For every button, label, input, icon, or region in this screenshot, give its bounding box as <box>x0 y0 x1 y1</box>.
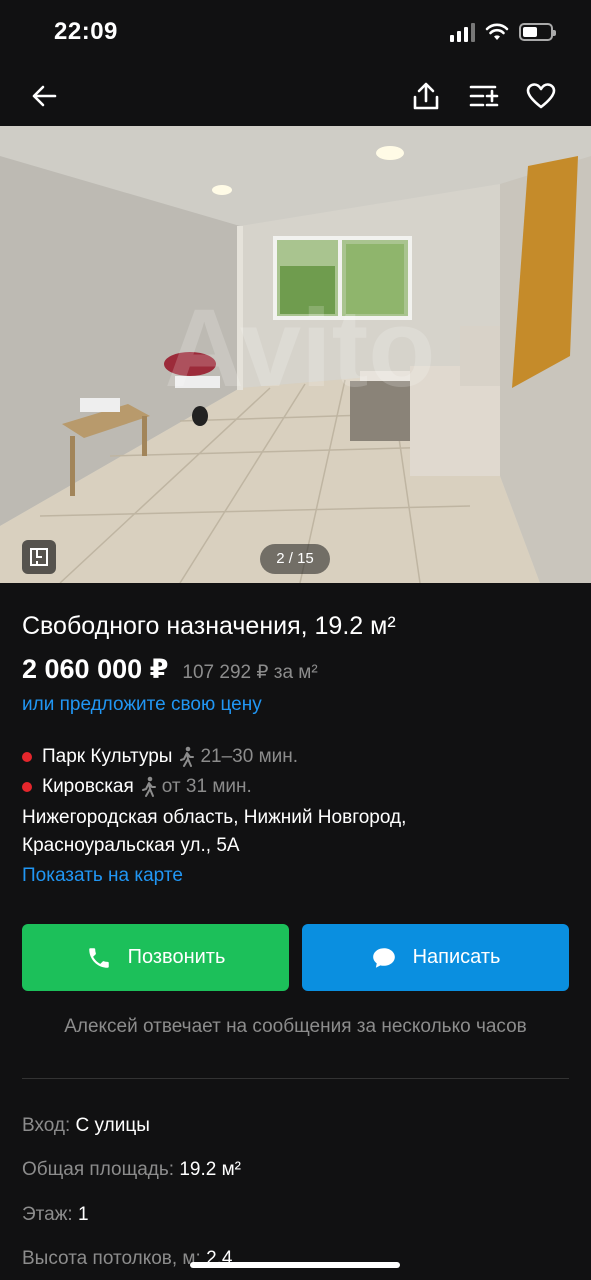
floor-plan-button[interactable] <box>22 540 56 574</box>
metro-station: Парк Культуры 21–30 мин. <box>22 746 298 768</box>
status-time: 22:09 <box>54 18 118 45</box>
status-icons <box>450 22 556 42</box>
home-indicator[interactable] <box>190 1262 400 1268</box>
metro-walk-time: 21–30 мин. <box>200 746 299 767</box>
price-row: 2 060 000 ₽ 107 292 ₽ за м² <box>22 654 318 685</box>
walking-icon <box>140 776 158 798</box>
call-button-label: Позвонить <box>127 946 226 968</box>
metro-station-name: Парк Культуры <box>42 746 173 767</box>
phone-icon <box>88 947 109 968</box>
listing-photo[interactable]: Avito 2 / 15 <box>0 126 591 583</box>
param-value: С улицы <box>75 1115 150 1136</box>
back-button[interactable] <box>24 76 64 116</box>
message-button[interactable]: Написать <box>302 924 569 991</box>
cellular-signal-icon <box>450 22 475 42</box>
room-photo: Avito <box>0 126 591 583</box>
metro-line-dot <box>22 752 32 762</box>
divider <box>22 1078 569 1079</box>
metro-station: Кировская от 31 мин. <box>22 776 252 798</box>
nav-bar <box>0 66 591 126</box>
seller-reply-note: Алексей отвечает на сообщения за несколь… <box>64 1016 527 1037</box>
param-key: Вход: <box>22 1115 71 1136</box>
address-line-2: Красноуральская ул., 5А <box>22 835 240 856</box>
photo-counter: 2 / 15 <box>260 544 330 574</box>
compare-button[interactable] <box>464 76 504 116</box>
param-row: Общая площадь: 19.2 м² <box>22 1159 241 1181</box>
offer-price-link[interactable]: или предложите свою цену <box>22 694 262 716</box>
param-row: Этаж: 1 <box>22 1204 89 1226</box>
listing-title: Свободного назначения, 19.2 м² <box>22 612 396 640</box>
favorite-button[interactable] <box>521 76 561 116</box>
avito-watermark: Avito <box>165 287 436 410</box>
address: Нижегородская область, Нижний Новгород, … <box>22 804 582 860</box>
floor-plan-icon <box>30 548 48 566</box>
message-button-label: Написать <box>412 946 501 968</box>
compare-list-icon <box>469 85 499 107</box>
address-line-1: Нижегородская область, Нижний Новгород, <box>22 807 407 828</box>
metro-walk-time: от 31 мин. <box>161 776 252 797</box>
battery-level <box>523 27 538 37</box>
param-key: Общая площадь: <box>22 1159 175 1180</box>
chat-bubble-icon <box>372 947 395 968</box>
battery-icon <box>519 23 556 41</box>
share-icon <box>413 82 439 110</box>
walking-icon <box>178 746 196 768</box>
share-button[interactable] <box>406 76 446 116</box>
param-key: Высота потолков, м: <box>22 1248 201 1269</box>
price-per-m2: 107 292 ₽ за м² <box>182 662 318 683</box>
show-on-map-link[interactable]: Показать на карте <box>22 865 183 887</box>
status-bar: 22:09 <box>0 0 591 66</box>
price: 2 060 000 ₽ <box>22 654 169 684</box>
param-value: 19.2 м² <box>179 1159 241 1180</box>
metro-station-name: Кировская <box>42 776 134 797</box>
param-row: Вход: С улицы <box>22 1115 150 1137</box>
call-button[interactable]: Позвонить <box>22 924 289 991</box>
wifi-icon <box>485 23 509 40</box>
arrow-left-icon <box>32 85 57 107</box>
metro-line-dot <box>22 782 32 792</box>
param-value: 1 <box>77 1204 89 1225</box>
heart-icon <box>526 83 556 109</box>
param-key: Этаж: <box>22 1204 73 1225</box>
